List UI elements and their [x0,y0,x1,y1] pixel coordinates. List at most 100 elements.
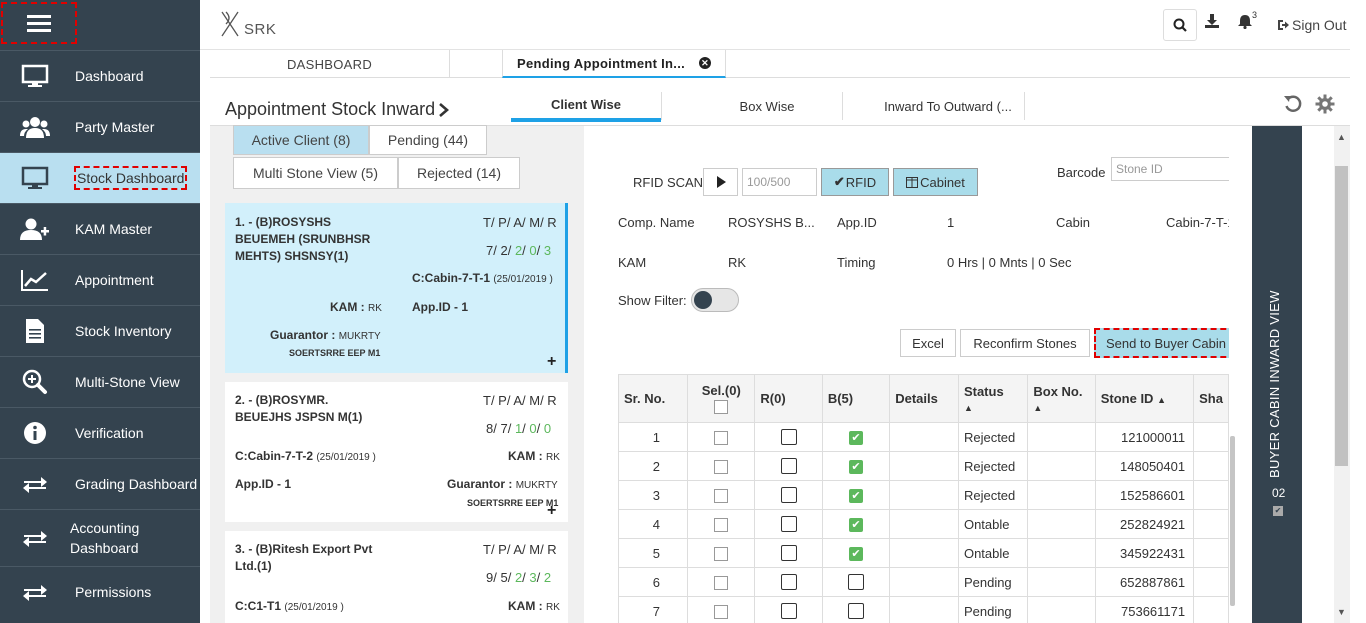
send-to-buyer-cabin-button[interactable]: Send to Buyer Cabin [1094,328,1236,358]
col-sr-no: Sr. No. [618,374,689,423]
rfid-button[interactable]: ✔ RFID [821,168,889,196]
sidebar-item-appointment[interactable]: Appointment [0,254,200,305]
scroll-up-icon[interactable]: ▲ [1337,132,1346,142]
sidebar-item-label: Dashboard [75,68,144,84]
r-checkbox[interactable] [780,487,797,504]
sr-no-cell: 6 [618,567,689,597]
r-checkbox[interactable] [780,458,797,475]
show-filter-label: Show Filter: [618,293,687,308]
table-row[interactable]: 7 Pending 753661171 [618,596,1229,623]
table-row[interactable]: 4 ✔ Ontable 252824921 [618,509,1229,539]
status-cell: Pending [957,567,1029,597]
tab-dashboard[interactable]: DASHBOARD [210,50,450,78]
show-filter-toggle[interactable] [691,288,739,312]
cabinet-icon [906,176,919,188]
filter-multi-stone-view[interactable]: Multi Stone View (5) [233,157,398,189]
sidebar-item-grading-dashboard[interactable]: Grading Dashboard [0,458,200,509]
r-checkbox[interactable] [780,429,797,446]
b-checkbox[interactable] [848,574,865,591]
gear-icon[interactable] [1315,94,1335,117]
table-row[interactable]: 5 ✔ Ontable 345922431 [618,538,1229,568]
row-select-checkbox[interactable] [714,488,729,503]
subtab-box-wise[interactable]: Box Wise [692,90,842,122]
play-button[interactable] [703,168,738,196]
r-checkbox[interactable] [780,545,797,562]
table-row[interactable]: 6 Pending 652887861 [618,567,1229,597]
timing-label: Timing [837,255,876,270]
scroll-down-icon[interactable]: ▼ [1337,607,1346,617]
sidebar-item-stock-inventory[interactable]: Stock Inventory [0,305,200,356]
col-box-no[interactable]: Box No. ▲ [1027,374,1096,423]
search-button[interactable] [1163,9,1197,41]
b-checkbox-checked[interactable]: ✔ [849,488,864,503]
filter-rejected[interactable]: Rejected (14) [398,157,520,189]
b-checkbox-checked[interactable]: ✔ [849,546,864,561]
b-checkbox[interactable] [848,603,865,620]
row-select-checkbox[interactable] [714,517,729,532]
cabinet-button[interactable]: Cabinet [893,168,978,196]
status-legend: T/ P/ A/ M/ R [483,393,557,408]
buyer-panel-checkbox[interactable]: ✔ [1273,506,1283,516]
client-card-1[interactable]: 1. - (B)ROSYSHS BEUEMEH (SRUNBHSR MEHTS)… [225,203,568,373]
row-select-checkbox[interactable] [714,546,729,561]
document-icon [19,316,51,346]
reconfirm-stones-button[interactable]: Reconfirm Stones [960,329,1090,357]
expand-plus-icon[interactable]: + [547,353,556,371]
box-no-cell [1027,596,1096,623]
row-select-checkbox[interactable] [714,430,729,445]
expand-plus-icon[interactable]: + [547,502,556,520]
client-card-3[interactable]: 3. - (B)Ritesh Export Pvt Ltd.(1) T/ P/ … [225,531,568,623]
table-row[interactable]: 2 ✔ Rejected 148050401 [618,451,1229,481]
col-status[interactable]: Status ▲ [957,374,1029,423]
b-checkbox-checked[interactable]: ✔ [849,459,864,474]
subtab-client-wise[interactable]: Client Wise [511,90,661,122]
close-icon[interactable]: ✕ [699,57,712,69]
stone-id-input[interactable]: Stone ID [1111,157,1236,181]
sidebar-item-kam-master[interactable]: KAM Master [0,203,200,254]
buyer-cabin-panel-title: BUYER CABIN INWARD VIEW [1267,290,1282,478]
filter-label: Multi Stone View (5) [252,165,378,181]
page-scrollbar[interactable] [1334,126,1350,623]
sidebar-item-party-master[interactable]: Party Master [0,101,200,152]
sidebar-item-multi-stone-view[interactable]: Multi-Stone View [0,356,200,407]
b-checkbox-checked[interactable]: ✔ [849,517,864,532]
row-select-checkbox[interactable] [714,575,729,590]
sign-out-link[interactable]: Sign Out [1277,17,1346,33]
sidebar-item-dashboard[interactable]: Dashboard [0,50,200,101]
stones-table: Sr. No. Sel.(0) R(0) B(5) Details Status… [618,374,1229,623]
sr-no-cell: 4 [618,509,689,539]
sidebar-item-permissions[interactable]: Permissions [0,566,200,617]
sort-icon: ▲ [1157,395,1166,405]
subtab-inward-to-outward[interactable]: Inward To Outward (... [873,90,1023,122]
filter-pending[interactable]: Pending (44) [369,125,487,155]
sidebar-item-accounting-dashboard[interactable]: Accounting Dashboard [0,509,200,566]
table-row[interactable]: 1 ✔ Rejected 121000011 [618,422,1229,452]
sidebar-item-label: Appointment [75,272,154,288]
row-select-checkbox[interactable] [714,604,729,619]
table-scrollbar[interactable] [1229,126,1236,623]
row-select-checkbox[interactable] [714,459,729,474]
notifications-button[interactable]: 3 [1238,10,1257,32]
table-row[interactable]: 3 ✔ Rejected 152586601 [618,480,1229,510]
download-button[interactable] [1205,14,1219,31]
sidebar-item-verification[interactable]: Verification [0,407,200,458]
details-cell [889,538,959,568]
rfid-counter-input[interactable]: 100/500 [742,168,817,196]
r-checkbox[interactable] [780,603,797,620]
filter-active-client[interactable]: Active Client (8) [233,125,369,155]
r-checkbox[interactable] [780,516,797,533]
notification-count: 3 [1252,10,1258,20]
col-stone-id[interactable]: Stone ID ▲ [1094,374,1195,423]
tab-pending-appointment[interactable]: Pending Appointment In... ✕ [502,50,726,78]
status-cell: Rejected [957,480,1029,510]
logo: SRK [218,10,276,38]
hamburger-menu-button[interactable] [1,2,77,44]
select-all-checkbox[interactable] [714,399,729,414]
r-checkbox[interactable] [780,574,797,591]
refresh-icon[interactable] [1283,94,1303,117]
page-title-text: Appointment Stock Inward [225,99,436,119]
b-checkbox-checked[interactable]: ✔ [849,430,864,445]
client-card-2[interactable]: 2. - (B)ROSYMR. BEUEJHS JSPSN M(1) T/ P/… [225,382,568,522]
excel-button[interactable]: Excel [900,329,956,357]
sidebar-item-stock-dashboard[interactable]: Stock Dashboard [0,152,200,203]
